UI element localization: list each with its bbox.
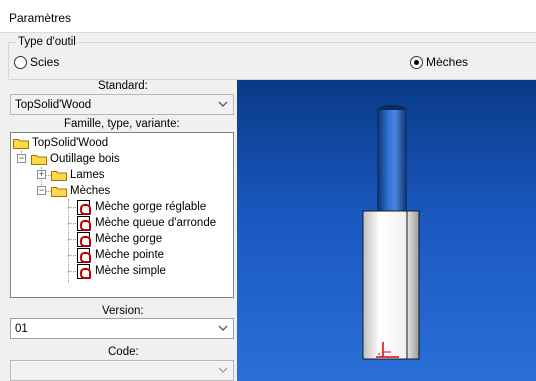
standard-select[interactable]: TopSolid'Wood xyxy=(10,94,234,115)
folder-open-icon xyxy=(51,186,67,197)
radio-scies[interactable]: Scies xyxy=(14,55,59,69)
tree-item-meche-gorge[interactable]: Mèche gorge xyxy=(77,231,162,247)
radio-scies-indicator[interactable] xyxy=(14,55,27,69)
window-title: Paramètres xyxy=(9,11,72,25)
cutter-body xyxy=(362,210,420,360)
tree-item-meche-simple[interactable]: Mèche simple xyxy=(77,263,166,279)
tool-preview-viewport[interactable] xyxy=(237,80,536,381)
family-tree[interactable]: TopSolid'Wood − Outillage bois + Lames −… xyxy=(10,132,234,298)
radio-scies-label: Scies xyxy=(30,55,60,69)
chevron-down-icon xyxy=(218,101,228,107)
tree-label-lames: Lames xyxy=(70,169,105,181)
chevron-down-icon xyxy=(218,367,228,373)
tree-item-label: Mèche queue d'arronde xyxy=(95,217,217,229)
collapse-icon[interactable]: − xyxy=(17,154,26,163)
tree-item-label: Mèche simple xyxy=(95,265,166,277)
router-bit-icon xyxy=(77,263,91,279)
family-label: Famille, type, variante: xyxy=(64,118,180,130)
tree-node-root[interactable]: TopSolid'Wood xyxy=(13,135,108,151)
router-bit-icon xyxy=(77,215,91,231)
chevron-down-icon xyxy=(218,325,228,331)
standard-label: Standard: xyxy=(98,80,148,92)
version-value: 01 xyxy=(15,323,28,335)
standard-value: TopSolid'Wood xyxy=(15,99,92,111)
tree-node-meches[interactable]: Mèches xyxy=(51,183,110,199)
tree-item-meche-pointe[interactable]: Mèche pointe xyxy=(77,247,164,263)
radio-meches-label: Mèches xyxy=(426,55,469,69)
tree-item-label: Mèche gorge réglable xyxy=(95,201,207,213)
tree-item-meche-gorge-reglable[interactable]: Mèche gorge réglable xyxy=(77,199,206,215)
folder-icon xyxy=(13,138,29,149)
tree-label-root: TopSolid'Wood xyxy=(32,137,109,149)
folder-icon xyxy=(51,170,67,181)
radio-meches-indicator[interactable] xyxy=(410,55,423,69)
router-bit-icon xyxy=(77,199,91,215)
router-bit-preview xyxy=(362,105,420,360)
title-bar: Paramètres xyxy=(0,0,536,33)
tree-item-label: Mèche gorge xyxy=(95,233,163,245)
router-bit-icon xyxy=(77,231,91,247)
radio-meches[interactable]: Mèches xyxy=(410,55,468,69)
version-select[interactable]: 01 xyxy=(10,318,234,339)
code-select[interactable] xyxy=(10,360,234,381)
version-label: Version: xyxy=(102,305,144,317)
tree-label-outillage: Outillage bois xyxy=(50,153,120,165)
tree-item-label: Mèche pointe xyxy=(95,249,165,261)
tree-label-meches: Mèches xyxy=(70,185,111,197)
folder-open-icon xyxy=(31,154,47,165)
expand-icon[interactable]: + xyxy=(37,170,46,179)
code-label: Code: xyxy=(108,346,139,358)
tree-node-outillage[interactable]: Outillage bois xyxy=(31,151,120,167)
tool-type-legend: Type d'outil xyxy=(16,36,78,48)
shank xyxy=(377,110,407,211)
tree-node-lames[interactable]: Lames xyxy=(51,167,105,183)
tree-item-meche-queue-daronde[interactable]: Mèche queue d'arronde xyxy=(77,215,216,231)
collapse-icon[interactable]: − xyxy=(37,186,46,195)
router-bit-icon xyxy=(77,247,91,263)
